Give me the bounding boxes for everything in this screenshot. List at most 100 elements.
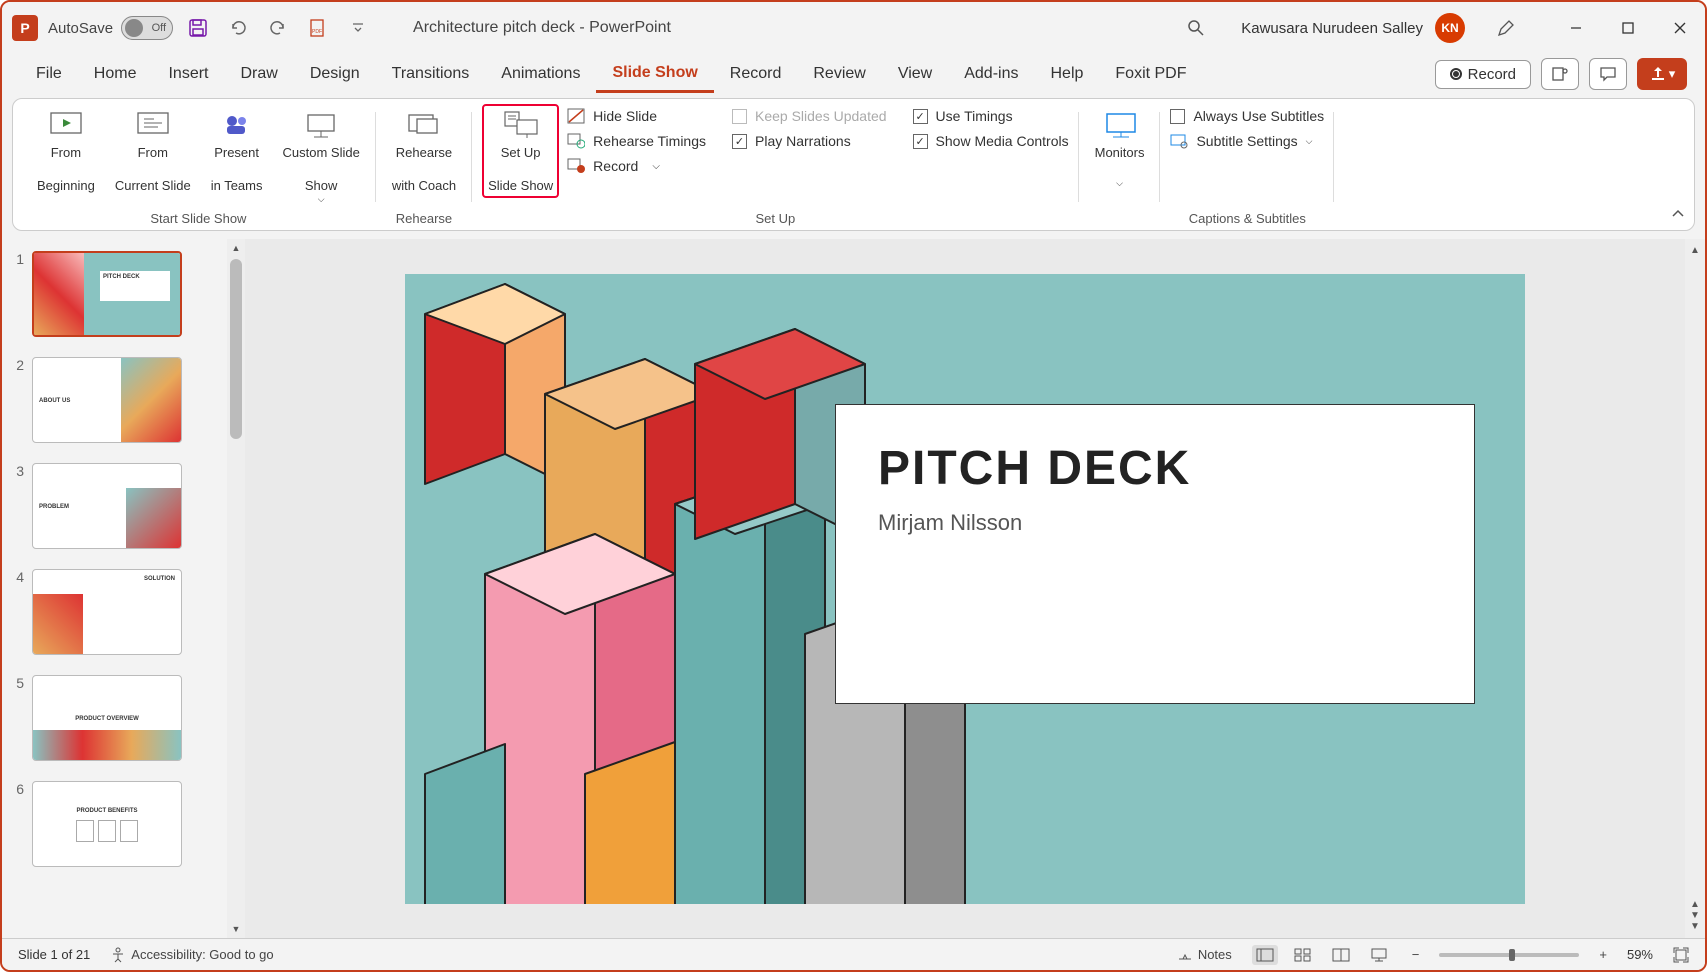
minimize-button[interactable] [1561,13,1591,43]
hide-slide-icon [567,108,585,124]
maximize-button[interactable] [1613,13,1643,43]
subtitle-settings-button[interactable]: Subtitle Settings ⌵ [1170,133,1324,149]
app-icon: P [12,15,38,41]
custom-show-icon [302,108,340,142]
group-label-monitors [1118,211,1122,226]
thumb-number: 2 [10,357,24,373]
tab-foxit-pdf[interactable]: Foxit PDF [1099,57,1202,91]
tab-help[interactable]: Help [1034,57,1099,91]
notes-icon [1177,947,1193,963]
tab-slide-show[interactable]: Slide Show [596,56,713,93]
rehearse-with-coach-button[interactable]: Rehearsewith Coach [386,104,462,198]
setup-icon [502,108,540,142]
user-name: Kawusara Nurudeen Salley [1241,20,1423,37]
slide[interactable]: PITCH DECK Mirjam Nilsson [405,274,1525,904]
keep-slides-updated-checkbox: Keep Slides Updated [732,108,887,124]
thumbnail-slide[interactable]: PROBLEM [32,463,182,549]
rehearse-coach-icon [405,108,443,142]
user-avatar[interactable]: KN [1435,13,1465,43]
collapse-ribbon-icon[interactable] [1670,206,1686,222]
share-button[interactable]: ▾ [1637,58,1687,90]
svg-text:PDF: PDF [312,29,322,35]
thumbnail-scrollbar[interactable]: ▲ ▼ [227,239,245,938]
document-title: Architecture pitch deck - PowerPoint [413,19,671,37]
slide-sorter-view-button[interactable] [1290,945,1316,965]
normal-view-button[interactable] [1252,945,1278,965]
title-bar: P AutoSave Off PDF Architecture pitch de… [2,2,1705,54]
qat-customize-icon[interactable] [343,13,373,43]
status-bar: Slide 1 of 21 Accessibility: Good to go … [2,938,1705,970]
slide-subtitle[interactable]: Mirjam Nilsson [878,510,1432,536]
monitors-button[interactable]: Monitors⌵ [1089,104,1151,193]
thumbnail-slide[interactable]: ABOUT US [32,357,182,443]
save-icon[interactable] [183,13,213,43]
zoom-out-button[interactable]: − [1412,947,1420,962]
thumbnail-slide[interactable]: SOLUTION [32,569,182,655]
tab-home[interactable]: Home [78,57,153,91]
record-dropdown-button[interactable]: Record ⌵ [567,158,706,174]
set-up-slide-show-button[interactable]: Set UpSlide Show [482,104,559,198]
zoom-level[interactable]: 59% [1627,947,1653,962]
thumbnail-slide[interactable]: PITCH DECK [32,251,182,337]
slideshow-view-button[interactable] [1366,945,1392,965]
play-narrations-checkbox[interactable]: ✓Play Narrations [732,133,887,149]
thumb-number: 5 [10,675,24,691]
autosave-state: Off [152,22,166,34]
from-beginning-button[interactable]: FromBeginning [31,104,101,198]
autosave-label: AutoSave [48,20,113,37]
from-current-slide-button[interactable]: FromCurrent Slide [109,104,197,198]
slide-title[interactable]: PITCH DECK [878,441,1432,496]
tab-draw[interactable]: Draw [224,57,293,91]
tab-transitions[interactable]: Transitions [376,57,486,91]
search-icon[interactable] [1181,13,1211,43]
autosave-toggle[interactable]: Off [121,16,173,40]
redo-icon[interactable] [263,13,293,43]
teams-icon [218,108,256,142]
rehearse-timings-button[interactable]: Rehearse Timings [567,133,706,149]
thumbnail-slide[interactable]: PRODUCT BENEFITS [32,781,182,867]
fit-to-window-button[interactable] [1673,947,1689,963]
show-media-controls-checkbox[interactable]: ✓Show Media Controls [913,133,1069,149]
slide-counter: Slide 1 of 21 [18,947,90,962]
teams-present-icon[interactable] [1541,58,1579,90]
accessibility-status[interactable]: Accessibility: Good to go [110,947,273,963]
reading-view-button[interactable] [1328,945,1354,965]
from-beginning-icon [47,108,85,142]
use-timings-checkbox[interactable]: ✓Use Timings [913,108,1069,124]
zoom-slider[interactable] [1439,953,1579,957]
group-label-rehearse: Rehearse [396,211,452,226]
thumb-number: 1 [10,251,24,267]
custom-slide-show-button[interactable]: Custom SlideShow ⌵ [277,104,366,209]
accessibility-icon [110,947,126,963]
thumb-number: 6 [10,781,24,797]
group-label-start: Start Slide Show [150,211,246,226]
tab-view[interactable]: View [882,57,948,91]
undo-icon[interactable] [223,13,253,43]
tab-design[interactable]: Design [294,57,376,91]
hide-slide-button[interactable]: Hide Slide [567,108,706,124]
record-button[interactable]: Record [1435,60,1531,89]
rehearse-timings-icon [567,133,585,149]
zoom-in-button[interactable]: + [1599,947,1607,962]
slide-thumbnails-panel[interactable]: 1 PITCH DECK 2 ABOUT US 3 PROBLEM 4 SOLU… [2,239,227,938]
tab-review[interactable]: Review [797,57,881,91]
monitors-icon [1101,108,1139,142]
tab-insert[interactable]: Insert [152,57,224,91]
slide-canvas[interactable]: PITCH DECK Mirjam Nilsson [245,239,1685,938]
subtitle-settings-icon [1170,133,1188,149]
notes-button[interactable]: Notes [1177,947,1232,963]
tab-addins[interactable]: Add-ins [948,57,1034,91]
close-button[interactable] [1665,13,1695,43]
pen-icon[interactable] [1491,13,1521,43]
tab-animations[interactable]: Animations [485,57,596,91]
thumbnail-slide[interactable]: PRODUCT OVERVIEW [32,675,182,761]
comments-icon[interactable] [1589,58,1627,90]
canvas-scrollbar[interactable]: ▲ ▲ ▼ ▼ [1685,239,1705,938]
group-label-captions: Captions & Subtitles [1189,211,1306,226]
tab-file[interactable]: File [20,57,78,91]
thumb-number: 3 [10,463,24,479]
always-use-subtitles-checkbox[interactable]: Always Use Subtitles [1170,108,1324,124]
present-in-teams-button[interactable]: Presentin Teams [205,104,269,198]
tab-record[interactable]: Record [714,57,798,91]
export-pdf-icon[interactable]: PDF [303,13,333,43]
